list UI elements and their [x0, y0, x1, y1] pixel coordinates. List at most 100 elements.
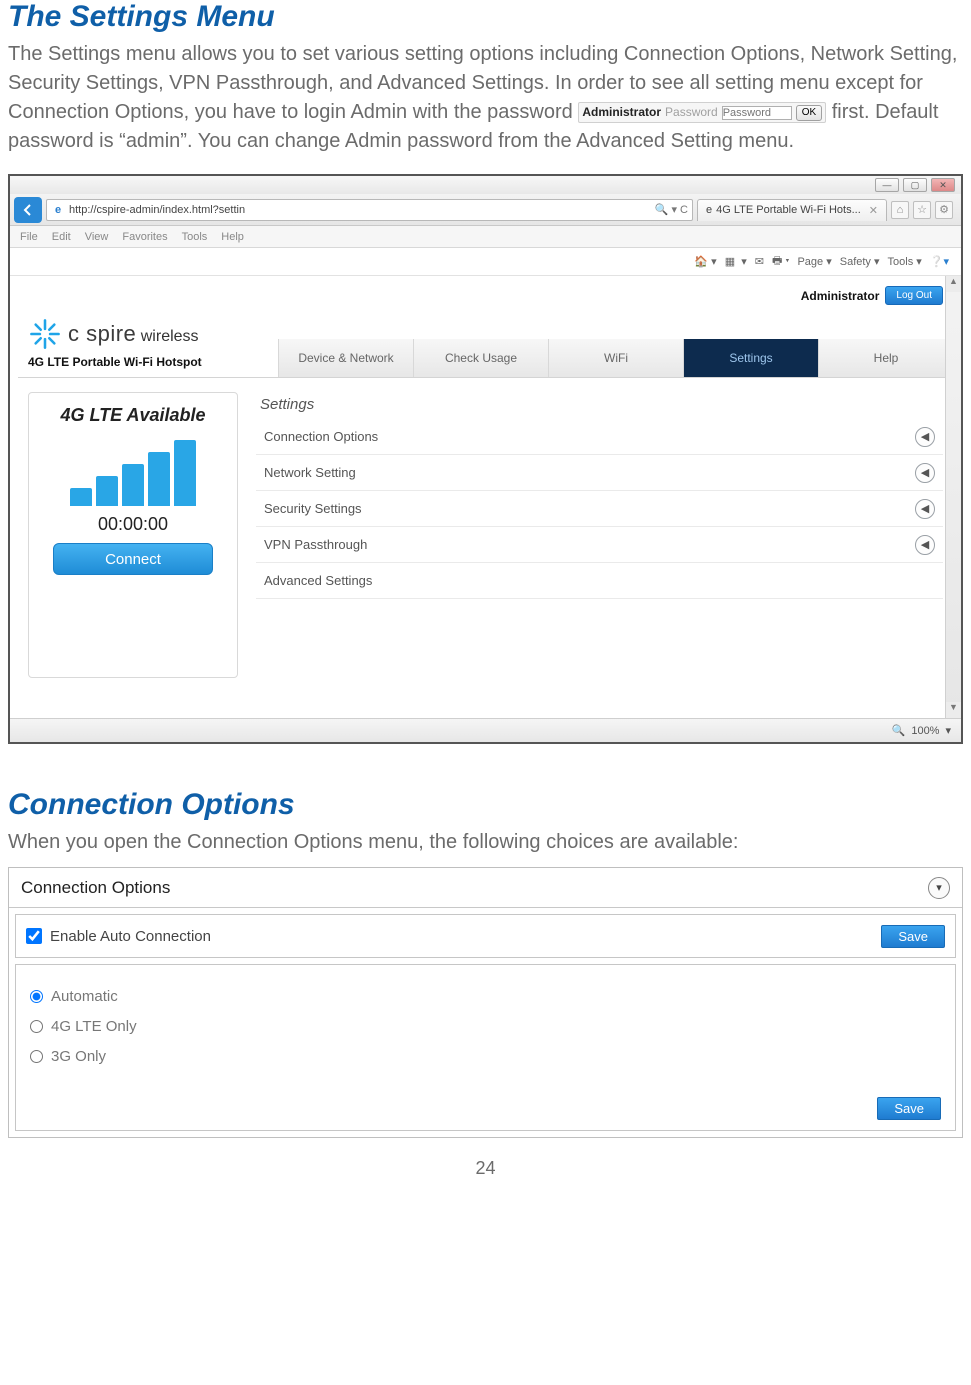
zoom-icon[interactable]: 🔍: [892, 724, 906, 737]
settings-item-advanced-settings[interactable]: Advanced Settings: [256, 563, 943, 599]
radio-automatic[interactable]: Automatic: [30, 981, 941, 1011]
auto-connection-section: Enable Auto Connection Save: [15, 914, 956, 958]
connection-options-header[interactable]: Connection Options ▾: [9, 868, 962, 908]
admin-password-input[interactable]: [722, 106, 792, 120]
tools-menu[interactable]: Tools ▾: [888, 255, 922, 268]
header-block: c spire wireless 4G LTE Portable Wi-Fi H…: [18, 311, 953, 378]
browser-tab[interactable]: e 4G LTE Portable Wi-Fi Hots... ✕: [697, 199, 887, 221]
password-label: Password: [665, 104, 718, 121]
ie-icon: e: [51, 203, 65, 217]
window-maximize-button[interactable]: ▢: [903, 178, 927, 192]
radio-automatic-label: Automatic: [51, 988, 118, 1005]
browser-window: — ▢ ✕ e http://cspire-admin/index.html?s…: [8, 174, 963, 744]
settings-panel: Settings Connection Options ◀ Network Se…: [256, 392, 943, 678]
radio-automatic-input[interactable]: [30, 990, 43, 1003]
connection-options-title: Connection Options: [21, 878, 170, 898]
favorite-icon[interactable]: ☆: [913, 201, 931, 219]
brand-name: c spire: [68, 321, 136, 346]
radio-4g-input[interactable]: [30, 1020, 43, 1033]
gear-icon[interactable]: ⚙: [935, 201, 953, 219]
product-name: 4G LTE Portable Wi-Fi Hotspot: [28, 355, 268, 369]
status-title: 4G LTE Available: [60, 405, 205, 426]
enable-auto-connection-label: Enable Auto Connection: [50, 928, 211, 945]
back-button[interactable]: [14, 197, 42, 223]
heading-connection-options: Connection Options: [8, 788, 963, 822]
tab-close-icon[interactable]: ✕: [869, 204, 878, 217]
page-menu[interactable]: Page ▾: [797, 255, 831, 268]
menu-tools[interactable]: Tools: [182, 231, 208, 243]
zoom-chevron-icon[interactable]: ▾: [945, 724, 951, 737]
brand-sub: wireless: [141, 328, 199, 345]
admin-ok-button[interactable]: OK: [796, 105, 822, 121]
radio-3g-input[interactable]: [30, 1050, 43, 1063]
safety-menu[interactable]: Safety ▾: [840, 255, 880, 268]
tab-device-network[interactable]: Device & Network: [278, 339, 413, 377]
scroll-up-icon[interactable]: ▲: [946, 276, 961, 292]
admin-login-widget: Administrator Password OK: [578, 102, 826, 123]
admin-label: Administrator: [582, 104, 661, 121]
chevron-left-icon: ◀: [915, 427, 935, 447]
logout-button[interactable]: Log Out: [885, 286, 943, 305]
settings-item-security-settings[interactable]: Security Settings ◀: [256, 491, 943, 527]
main-tabs: Device & Network Check Usage WiFi Settin…: [278, 339, 953, 377]
connect-button[interactable]: Connect: [53, 543, 213, 575]
connection-options-panel: Connection Options ▾ Enable Auto Connect…: [8, 867, 963, 1138]
menu-file[interactable]: File: [20, 231, 38, 243]
timer: 00:00:00: [98, 514, 168, 535]
zoom-level[interactable]: 100%: [911, 725, 939, 737]
nav-row: e http://cspire-admin/index.html?settin …: [10, 194, 961, 226]
tab-settings[interactable]: Settings: [683, 339, 818, 377]
radio-3g-label: 3G Only: [51, 1048, 106, 1065]
scrollbar[interactable]: ▲ ▼: [945, 276, 961, 718]
enable-auto-connection-checkbox[interactable]: [26, 928, 42, 944]
settings-item-vpn-passthrough[interactable]: VPN Passthrough ◀: [256, 527, 943, 563]
menu-view[interactable]: View: [85, 231, 109, 243]
radio-4g-lte-only[interactable]: 4G LTE Only: [30, 1011, 941, 1041]
window-titlebar: — ▢ ✕: [10, 176, 961, 194]
admin-label: Administrator: [801, 289, 880, 303]
menu-edit[interactable]: Edit: [52, 231, 71, 243]
mode-section: Automatic 4G LTE Only 3G Only Save: [15, 964, 956, 1131]
mail-icon[interactable]: ✉: [755, 255, 764, 268]
chevron-left-icon: ◀: [915, 535, 935, 555]
signal-bars-icon: [70, 438, 196, 506]
heading-settings-menu: The Settings Menu: [8, 0, 963, 34]
settings-item-connection-options[interactable]: Connection Options ◀: [256, 419, 943, 455]
settings-item-label: VPN Passthrough: [264, 537, 367, 552]
settings-item-network-setting[interactable]: Network Setting ◀: [256, 455, 943, 491]
tab-help[interactable]: Help: [818, 339, 953, 377]
favorites-box: ⌂ ☆ ⚙: [891, 201, 957, 219]
connection-options-paragraph: When you open the Connection Options men…: [8, 828, 963, 857]
save-button[interactable]: Save: [877, 1097, 941, 1120]
arrow-left-icon: [20, 202, 36, 218]
radio-3g-only[interactable]: 3G Only: [30, 1041, 941, 1071]
addr-controls: 🔍 ▾ C: [655, 203, 688, 216]
menu-favorites[interactable]: Favorites: [122, 231, 167, 243]
ie-icon: e: [706, 204, 712, 216]
command-bar: 🏠 ▾ ▦ ▾ ✉ 🖶 ▾ Page ▾ Safety ▾ Tools ▾ ❔▾: [10, 248, 961, 276]
help-icon[interactable]: ❔▾: [930, 255, 949, 268]
menu-help[interactable]: Help: [221, 231, 244, 243]
home-icon[interactable]: ⌂: [891, 201, 909, 219]
save-button[interactable]: Save: [881, 925, 945, 948]
chevron-down-icon: ▾: [928, 877, 950, 899]
tab-wifi[interactable]: WiFi: [548, 339, 683, 377]
url-text: http://cspire-admin/index.html?settin: [69, 204, 245, 216]
scroll-down-icon[interactable]: ▼: [946, 702, 961, 718]
intro-paragraph: The Settings menu allows you to set vari…: [8, 40, 963, 156]
window-close-button[interactable]: ✕: [931, 178, 955, 192]
chevron-left-icon: ◀: [915, 499, 935, 519]
tab-check-usage[interactable]: Check Usage: [413, 339, 548, 377]
print-icon[interactable]: 🖶 ▾: [772, 252, 790, 271]
chevron-left-icon: ◀: [915, 463, 935, 483]
feeds-icon[interactable]: ▦ ▾: [725, 255, 747, 268]
window-minimize-button[interactable]: —: [875, 178, 899, 192]
status-card: 4G LTE Available 00:00:00 Connect: [28, 392, 238, 678]
settings-item-label: Network Setting: [264, 465, 356, 480]
home-icon[interactable]: 🏠 ▾: [694, 255, 716, 268]
menu-bar: File Edit View Favorites Tools Help: [10, 226, 961, 248]
address-bar[interactable]: e http://cspire-admin/index.html?settin …: [46, 199, 693, 221]
enable-auto-connection-row[interactable]: Enable Auto Connection: [26, 928, 211, 945]
admin-bar: Administrator Log Out: [18, 282, 953, 311]
tab-title: 4G LTE Portable Wi-Fi Hots...: [716, 204, 861, 216]
